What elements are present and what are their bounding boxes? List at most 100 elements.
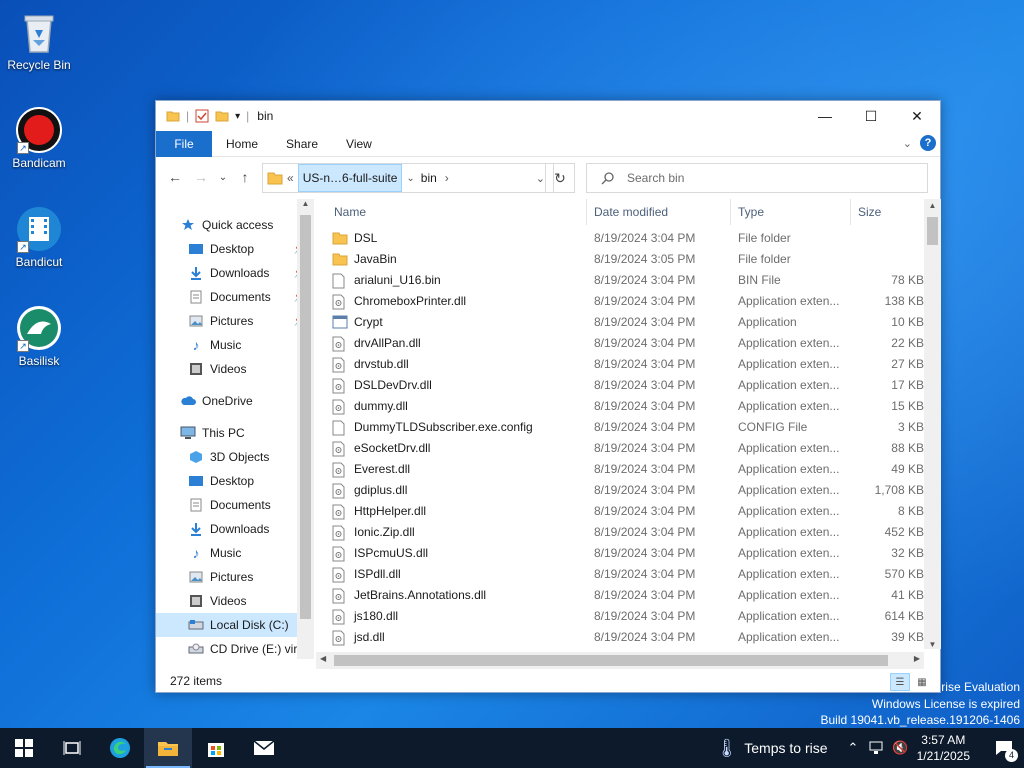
- file-list-scroll-thumb[interactable]: [927, 217, 938, 245]
- nav-pc-documents[interactable]: Documents: [156, 493, 312, 517]
- nav-pc-pictures[interactable]: Pictures: [156, 565, 312, 589]
- nav-qa-downloads[interactable]: Downloads📌: [156, 261, 312, 285]
- minimize-button[interactable]: —: [802, 101, 848, 131]
- table-row[interactable]: js180.dll 8/19/2024 3:04 PM Application ex…: [316, 606, 924, 627]
- breadcrumb-segment-suite[interactable]: US-n…6-full-suite: [297, 164, 403, 192]
- back-button[interactable]: ←: [162, 169, 188, 185]
- column-header-size[interactable]: Size: [858, 205, 881, 219]
- details-view-icon[interactable]: ☰: [890, 673, 910, 691]
- table-row[interactable]: DSLDevDrv.dll 8/19/2024 3:04 PM Applicatio…: [316, 375, 924, 396]
- expand-ribbon-icon[interactable]: ⌄: [903, 137, 912, 150]
- table-row[interactable]: JavaBin 8/19/2024 3:05 PM File folder: [316, 249, 924, 270]
- tab-view[interactable]: View: [332, 131, 386, 157]
- nav-pc-downloads[interactable]: Downloads: [156, 517, 312, 541]
- nav-label: Local Disk (C:): [210, 618, 289, 632]
- breadcrumb-overflow[interactable]: «: [287, 171, 294, 185]
- maximize-button[interactable]: ☐: [848, 101, 894, 131]
- desktop-icon-basilisk[interactable]: ↗ Basilisk: [2, 304, 76, 368]
- weather-text[interactable]: Temps to rise: [744, 740, 827, 756]
- scroll-left-icon[interactable]: ◀: [320, 654, 326, 663]
- column-header-type[interactable]: Type: [738, 205, 764, 219]
- table-row[interactable]: ISPdll.dll 8/19/2024 3:04 PM Application e…: [316, 564, 924, 585]
- nav-qa-desktop[interactable]: Desktop📌: [156, 237, 312, 261]
- address-bar[interactable]: « US-n…6-full-suite ⌄ bin › ⌄: [262, 163, 554, 193]
- customize-toolbar-icon[interactable]: ▾: [235, 111, 240, 122]
- volume-muted-icon[interactable]: 🔇: [892, 740, 908, 756]
- table-row[interactable]: JetBrains.Annotations.dll 8/19/2024 3:04 …: [316, 585, 924, 606]
- network-icon[interactable]: [868, 741, 884, 755]
- desktop-icon-bandicam[interactable]: ↗ Bandicam: [2, 106, 76, 170]
- address-history-icon[interactable]: ⌄: [536, 172, 545, 185]
- nav-pc-videos[interactable]: Videos: [156, 589, 312, 613]
- table-row[interactable]: drvAllPan.dll 8/19/2024 3:04 PM Applicatio…: [316, 333, 924, 354]
- properties-icon[interactable]: [195, 109, 209, 123]
- nav-pc-music[interactable]: ♪ Music: [156, 541, 312, 565]
- taskbar-file-explorer[interactable]: [144, 728, 192, 768]
- dll-file-icon: [332, 588, 348, 604]
- table-row[interactable]: Everest.dll 8/19/2024 3:04 PM Application …: [316, 459, 924, 480]
- column-divider[interactable]: [586, 199, 587, 225]
- table-row[interactable]: arialuni_U16.bin 8/19/2024 3:04 PM BIN Fil…: [316, 270, 924, 291]
- start-button[interactable]: [0, 728, 48, 768]
- nav-onedrive[interactable]: OneDrive: [156, 389, 312, 413]
- desktop-icon-bandicut[interactable]: ↗ Bandicut: [2, 205, 76, 269]
- search-box[interactable]: Search bin: [586, 163, 928, 193]
- scroll-up-icon[interactable]: ▲: [297, 199, 314, 208]
- help-icon[interactable]: ?: [920, 135, 936, 151]
- table-row[interactable]: DSL 8/19/2024 3:04 PM File folder: [316, 228, 924, 249]
- nav-pane-scroll-thumb[interactable]: [300, 215, 311, 619]
- nav-pc-local-disk[interactable]: Local Disk (C:): [156, 613, 312, 637]
- breadcrumb-dropdown-icon[interactable]: ⌄: [406, 173, 414, 184]
- nav-qa-documents[interactable]: Documents📌: [156, 285, 312, 309]
- table-row[interactable]: eSocketDrv.dll 8/19/2024 3:04 PM Applicati…: [316, 438, 924, 459]
- recent-locations-button[interactable]: ⌄: [214, 172, 232, 183]
- nav-qa-videos[interactable]: Videos: [156, 357, 312, 381]
- column-header-name[interactable]: Name: [334, 205, 366, 219]
- table-row[interactable]: drvstub.dll 8/19/2024 3:04 PM Application …: [316, 354, 924, 375]
- breadcrumb-segment-bin[interactable]: bin: [421, 171, 437, 185]
- nav-this-pc[interactable]: This PC: [156, 421, 312, 445]
- column-divider[interactable]: [850, 199, 851, 225]
- table-row[interactable]: dummy.dll 8/19/2024 3:04 PM Application ex…: [316, 396, 924, 417]
- table-row[interactable]: ISPcmuUS.dll 8/19/2024 3:04 PM Application…: [316, 543, 924, 564]
- file-list-scrollbar[interactable]: ▲ ▼: [924, 199, 941, 649]
- tab-home[interactable]: Home: [212, 131, 272, 157]
- new-folder-icon[interactable]: [215, 109, 229, 123]
- table-row[interactable]: jsd.dll 8/19/2024 3:04 PM Application exte…: [316, 627, 924, 648]
- taskbar-mail[interactable]: [240, 728, 288, 768]
- horizontal-scroll-thumb[interactable]: [334, 655, 888, 666]
- close-button[interactable]: ✕: [894, 101, 940, 131]
- table-row[interactable]: HttpHelper.dll 8/19/2024 3:04 PM Applicati…: [316, 501, 924, 522]
- scroll-right-icon[interactable]: ▶: [914, 654, 920, 663]
- nav-pane-scrollbar[interactable]: ▲: [297, 199, 314, 659]
- refresh-button[interactable]: ↻: [545, 163, 575, 193]
- nav-pc-3d-objects[interactable]: 3D Objects: [156, 445, 312, 469]
- nav-quick-access[interactable]: Quick access: [156, 213, 312, 237]
- taskbar-store[interactable]: [192, 728, 240, 768]
- up-button[interactable]: ↑: [232, 169, 258, 185]
- task-view-button[interactable]: [48, 728, 96, 768]
- show-hidden-icons-icon[interactable]: ⌃: [848, 740, 859, 756]
- desktop-icon-recycle-bin[interactable]: Recycle Bin: [2, 8, 76, 72]
- horizontal-scrollbar[interactable]: ◀ ▶: [316, 652, 924, 669]
- clock[interactable]: 3:57 AM 1/21/2025: [917, 732, 970, 764]
- taskbar-edge[interactable]: [96, 728, 144, 768]
- nav-pc-desktop[interactable]: Desktop: [156, 469, 312, 493]
- table-row[interactable]: gdiplus.dll 8/19/2024 3:04 PM Application …: [316, 480, 924, 501]
- nav-qa-pictures[interactable]: Pictures📌: [156, 309, 312, 333]
- scroll-down-icon[interactable]: ▼: [924, 640, 941, 649]
- table-row[interactable]: Crypt 8/19/2024 3:04 PM Application 10 KB: [316, 312, 924, 333]
- scroll-up-icon[interactable]: ▲: [924, 201, 941, 210]
- table-row[interactable]: Ionic.Zip.dll 8/19/2024 3:04 PM Applicatio…: [316, 522, 924, 543]
- table-row[interactable]: DummyTLDSubscriber.exe.config 8/19/2024 3…: [316, 417, 924, 438]
- column-divider[interactable]: [730, 199, 731, 225]
- tab-file[interactable]: File: [156, 130, 212, 157]
- forward-button[interactable]: →: [188, 169, 214, 185]
- nav-qa-music[interactable]: ♪ Music: [156, 333, 312, 357]
- table-row[interactable]: ChromeboxPrinter.dll 8/19/2024 3:04 PM App…: [316, 291, 924, 312]
- nav-pc-cd-drive[interactable]: CD Drive (E:) virt: [156, 637, 312, 659]
- column-header-date[interactable]: Date modified: [594, 205, 668, 219]
- large-icons-view-icon[interactable]: ▦: [912, 673, 932, 691]
- tab-share[interactable]: Share: [272, 131, 332, 157]
- action-center-button[interactable]: 4: [984, 728, 1024, 768]
